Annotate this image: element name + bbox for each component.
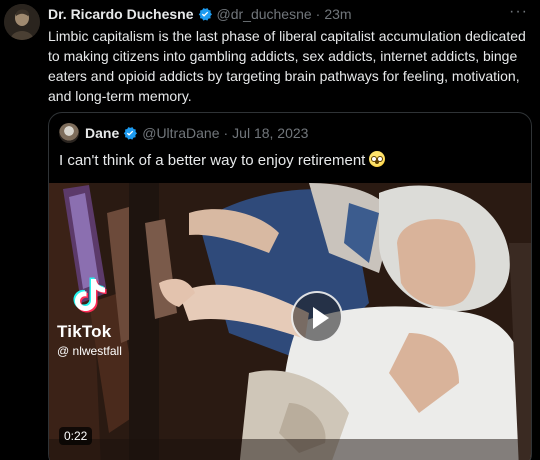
quoted-tweet-text-line: I can't think of a better way to enjoy r…: [59, 151, 519, 171]
separator-dot: ·: [315, 6, 321, 22]
more-horizontal-icon[interactable]: ···: [509, 4, 528, 20]
author-avatar[interactable]: [4, 4, 40, 40]
quoted-tweet-date: Jul 18, 2023: [232, 125, 309, 141]
tweet-text: Limbic capitalism is the last phase of l…: [48, 28, 526, 104]
flushed-face-emoji-icon: [369, 151, 386, 167]
video-duration: 0:22: [59, 427, 93, 445]
video-player[interactable]: TikTok @ nlwestfall 0:22: [49, 183, 531, 460]
play-icon[interactable]: [291, 291, 343, 343]
quoted-tweet-header: Dane @UltraDane · Jul 18, 2023: [85, 123, 308, 143]
author-handle[interactable]: @dr_duchesne: [217, 6, 312, 22]
tweet-header: Dr. Ricardo Duchesne @dr_duchesne · 23m: [48, 4, 352, 24]
quoted-tweet[interactable]: Dane @UltraDane · Jul 18, 2023 I can't t…: [48, 112, 532, 460]
verified-badge-icon: [122, 125, 138, 141]
quoted-author-handle: @UltraDane: [142, 125, 220, 141]
tiktok-logo-icon: [73, 277, 107, 313]
tweet-timestamp[interactable]: 23m: [324, 6, 351, 22]
tiktok-username: @ nlwestfall: [57, 344, 122, 358]
tiktok-brand-text: TikTok: [57, 322, 112, 341]
verified-badge-icon: [197, 6, 213, 22]
author-name[interactable]: Dr. Ricardo Duchesne: [48, 6, 194, 22]
tweet[interactable]: Dr. Ricardo Duchesne @dr_duchesne · 23m …: [0, 0, 540, 460]
separator-dot: ·: [223, 125, 229, 141]
tiktok-watermark: TikTok @ nlwestfall: [57, 275, 147, 358]
quoted-author-avatar: [59, 123, 79, 143]
quoted-tweet-text: I can't think of a better way to enjoy r…: [59, 152, 366, 169]
quoted-author-name: Dane: [85, 125, 120, 141]
